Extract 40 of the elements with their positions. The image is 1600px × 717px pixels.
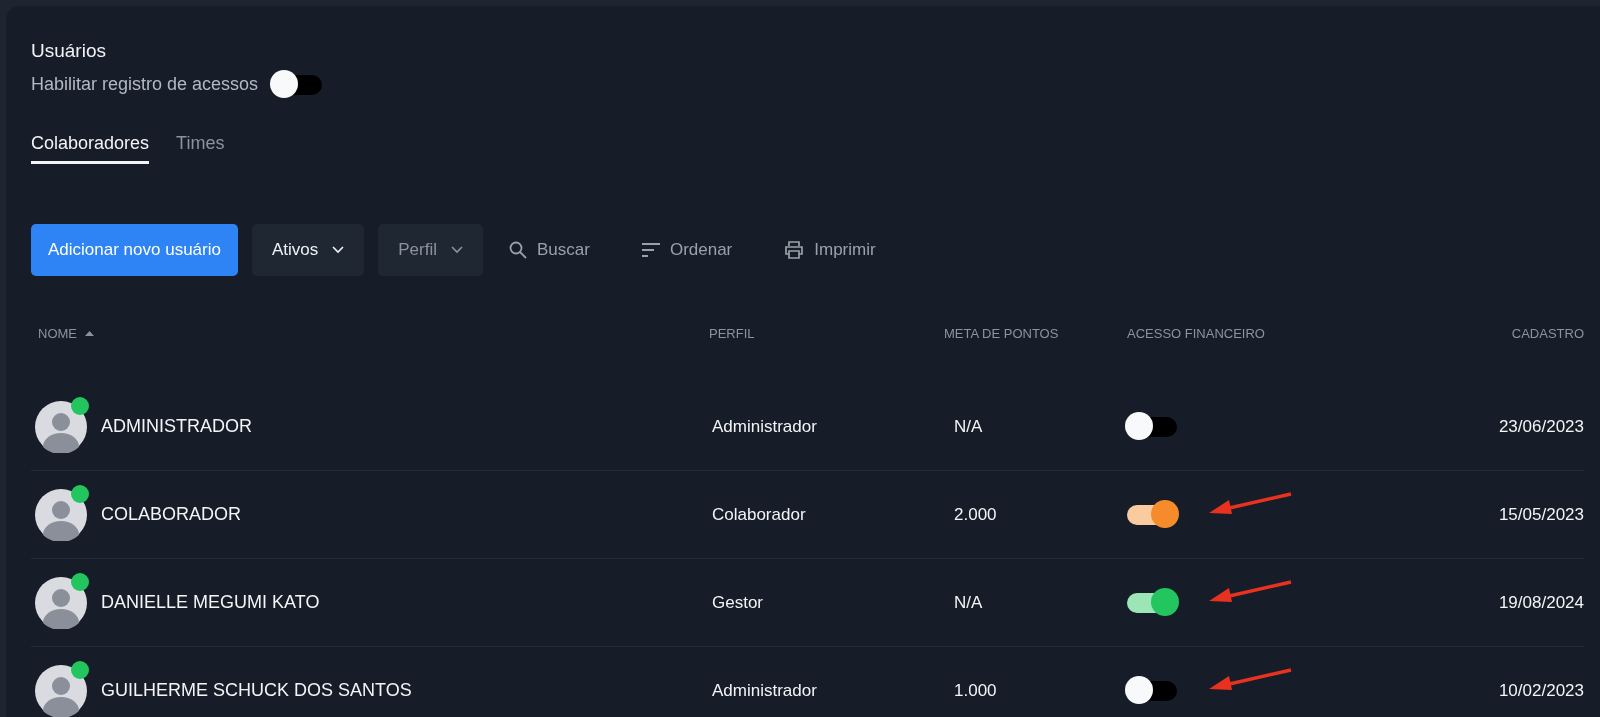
user-name[interactable]: DANIELLE MEGUMI KATO (101, 592, 320, 613)
profile-text: Administrador (712, 680, 817, 700)
printer-icon (784, 241, 805, 259)
date-text: 19/08/2024 (1498, 592, 1584, 612)
user-name[interactable]: COLABORADOR (101, 504, 242, 525)
user-name[interactable]: GUILHERME SCHUCK DOS SANTOS (101, 680, 412, 701)
profile-text: Colaborador (712, 504, 806, 524)
points-goal-text: N/A (954, 416, 983, 436)
tab[interactable]: Colaboradores (31, 133, 150, 164)
column-header[interactable]: CADASTRO (1511, 325, 1584, 341)
chevron-down-icon (332, 246, 345, 254)
date-text: 23/06/2023 (1498, 416, 1584, 436)
print-button[interactable]: Imprimir (772, 224, 888, 276)
filter-dropdown[interactable]: Ativos (251, 224, 365, 276)
date-text: 15/05/2023 (1498, 504, 1584, 524)
user-name[interactable]: ADMINISTRADOR (101, 416, 252, 437)
setting-label: Habilitar registro de acessos (31, 74, 259, 95)
profile-text: Gestor (712, 592, 764, 612)
avatar-silhouette-icon (35, 488, 87, 541)
chevron-down-icon (451, 246, 463, 254)
sort-icon (641, 243, 660, 257)
column-header[interactable]: META DE PONTOS (944, 325, 1059, 341)
tab[interactable]: Times (176, 133, 225, 164)
search-icon (509, 241, 527, 259)
date-text: 10/02/2023 (1498, 680, 1584, 700)
avatar-silhouette-icon (35, 664, 87, 717)
avatar-silhouette-icon (35, 576, 87, 629)
avatar-silhouette-icon (35, 400, 87, 453)
add-user-button[interactable]: Adicionar novo usuário (31, 224, 238, 276)
sort-button[interactable]: Ordenar (629, 224, 745, 276)
column-header[interactable]: PERFIL (709, 325, 755, 341)
column-header[interactable]: ACESSO FINANCEIRO (1127, 325, 1265, 341)
points-goal-text: N/A (954, 592, 983, 612)
points-goal-text: 2.000 (954, 504, 997, 524)
column-header[interactable]: NOME (38, 325, 77, 341)
profile-text: Administrador (712, 416, 817, 436)
sort-ascending-icon (85, 330, 94, 336)
page-title: Usuários (31, 40, 107, 62)
search-button[interactable]: Buscar (497, 224, 602, 276)
points-goal-text: 1.000 (954, 680, 997, 700)
